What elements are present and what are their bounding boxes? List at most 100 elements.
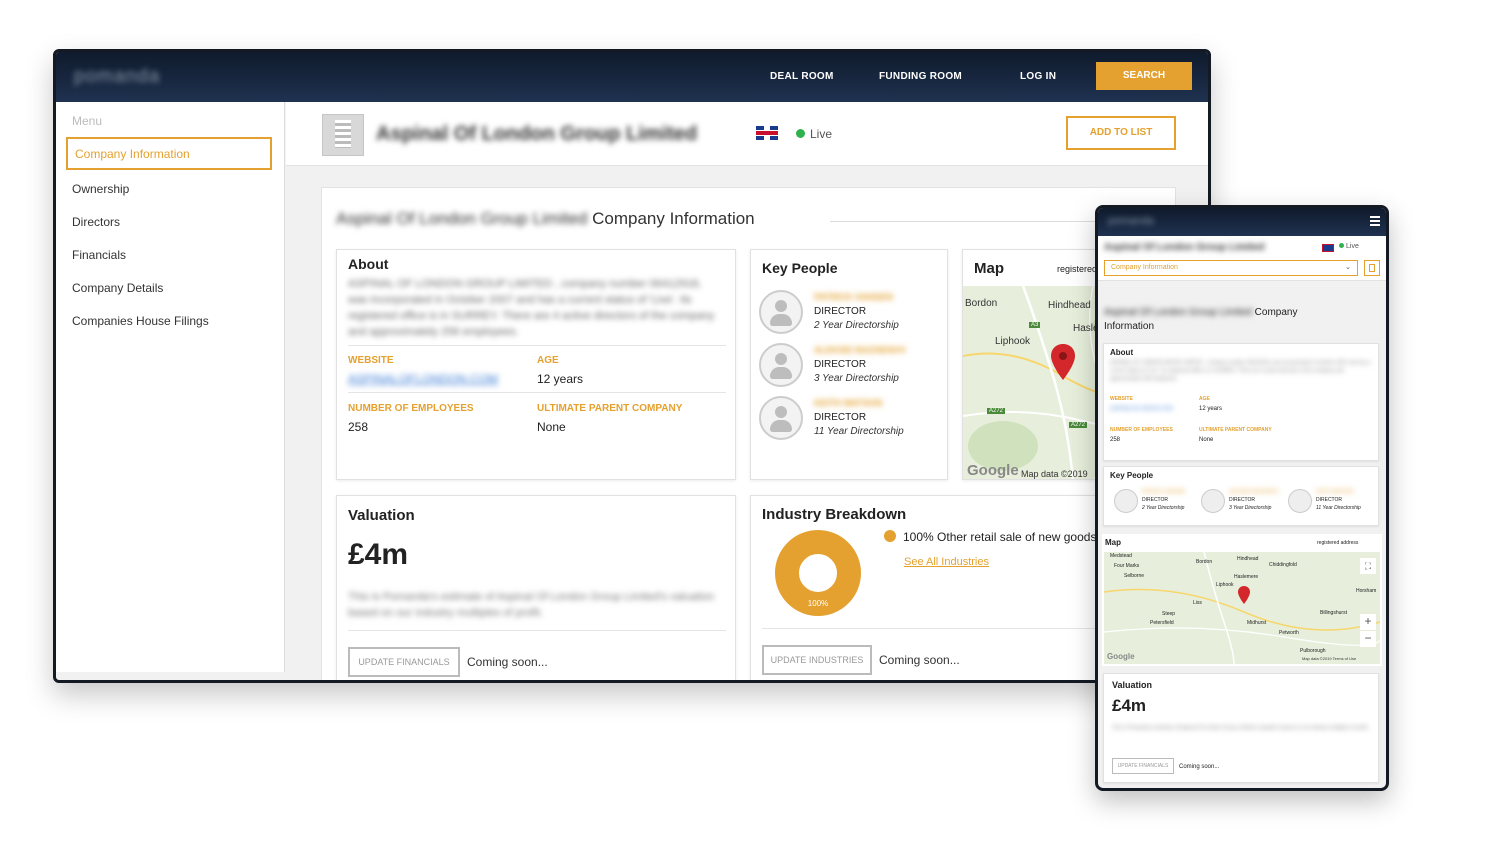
map-title: Map <box>974 260 1004 277</box>
person-name[interactable]: PATRICK HANSEN <box>1142 489 1185 495</box>
nav-funding-room[interactable]: FUNDING ROOM <box>879 71 962 82</box>
map-pin-icon[interactable] <box>1238 586 1250 604</box>
company-header: Aspinal Of London Group Limited Live ADD… <box>286 102 1208 166</box>
main-content: Aspinal Of London Group Limited Company … <box>321 187 1177 680</box>
mobile-status-badge: Live <box>1339 243 1359 250</box>
search-button[interactable]: SEARCH <box>1096 62 1192 90</box>
age-label: AGE <box>537 355 559 366</box>
fullscreen-icon[interactable]: ⛶ <box>1360 558 1376 574</box>
add-to-list-button[interactable]: ADD TO LIST <box>1066 116 1176 150</box>
building-icon <box>322 114 364 156</box>
employees-value: 258 <box>1110 437 1121 443</box>
nav-log-in[interactable]: LOG IN <box>1020 71 1056 82</box>
zoom-out-icon[interactable]: − <box>1360 631 1376 647</box>
person-name[interactable]: KEITH WATSON <box>1316 489 1354 495</box>
map-pin-icon[interactable] <box>1051 344 1075 380</box>
bookmark-icon[interactable] <box>1364 260 1380 276</box>
map-place-label: Pulborough <box>1300 648 1326 654</box>
map-place-label: Selborne <box>1124 573 1145 579</box>
person-avatar-icon <box>759 396 803 440</box>
industry-status: Coming soon... <box>879 653 960 667</box>
person-avatar-icon <box>1114 489 1138 513</box>
age-value: 12 years <box>1199 406 1223 412</box>
industry-donut-chart: 100% <box>775 530 861 616</box>
zoom-in-icon[interactable]: + <box>1360 614 1376 630</box>
sidebar-item-directors[interactable]: Directors <box>72 215 120 229</box>
map-place-label: Hindhead <box>1237 556 1259 562</box>
map-place-label: Petworth <box>1279 630 1299 636</box>
map-title: Map <box>1105 538 1121 547</box>
person-tenure: 11 Year Directorship <box>814 426 904 437</box>
map-place-label: Horsham <box>1356 588 1377 594</box>
nav-deal-room[interactable]: DEAL ROOM <box>770 71 834 82</box>
sidebar-item-company-information[interactable]: Company Information <box>66 137 272 170</box>
status-text: Live <box>810 127 833 141</box>
sidebar-item-financials[interactable]: Financials <box>72 248 126 262</box>
mobile-section-title: Aspinal Of London Group Limited Company … <box>1104 306 1344 334</box>
sidebar-item-companies-house-filings[interactable]: Companies House Filings <box>72 314 209 328</box>
map-attribution: Map data ©2019 <box>1021 469 1088 479</box>
update-industries-button[interactable]: UPDATE INDUSTRIES <box>762 645 872 675</box>
chevron-down-icon: ⌄ <box>1345 264 1351 271</box>
hamburger-icon[interactable] <box>1370 216 1380 218</box>
person-name[interactable]: ALEKSEI BAZHENOV <box>1229 489 1279 495</box>
divider <box>348 630 726 631</box>
bookmark-shape <box>1369 264 1375 272</box>
map-place-label: Petersfield <box>1150 620 1174 626</box>
status-badge: Live <box>796 127 832 141</box>
about-description: ASPINAL OF LONDON GROUP LIMITED , compan… <box>348 278 715 338</box>
sidebar-item-company-details[interactable]: Company Details <box>72 281 163 295</box>
update-financials-button[interactable]: UPDATE FINANCIALS <box>1112 758 1174 774</box>
employees-label: NUMBER OF EMPLOYEES <box>348 403 474 414</box>
update-financials-button[interactable]: UPDATE FINANCIALS <box>348 647 460 677</box>
person-name[interactable]: ALEKSEI BAZHENOV <box>814 345 906 355</box>
desktop-window: pomanda DEAL ROOM FUNDING ROOM LOG IN SE… <box>53 49 1211 683</box>
pomanda-logo[interactable]: pomanda <box>1108 215 1154 227</box>
person-avatar-icon <box>759 343 803 387</box>
website-link[interactable]: ASPINALOFLONDON.COM <box>348 372 498 386</box>
person-avatar-icon <box>1288 489 1312 513</box>
website-link[interactable]: ASPINALOFLONDON.COM <box>1110 406 1173 412</box>
person-tenure: 3 Year Directorship <box>814 373 899 384</box>
about-card: About ASPINAL OF LONDON GROUP LIMITED , … <box>336 249 736 480</box>
valuation-status: Coming soon... <box>467 655 548 669</box>
parent-company-label: ULTIMATE PARENT COMPANY <box>1199 427 1272 433</box>
age-label: AGE <box>1199 396 1210 402</box>
employees-label: NUMBER OF EMPLOYEES <box>1110 427 1173 433</box>
uk-flag-icon <box>1322 244 1334 252</box>
mobile-key-people-card: Key People PATRICK HANSEN DIRECTOR 2 Yea… <box>1103 466 1379 526</box>
map-place-label: Four Marks <box>1114 563 1140 569</box>
sidebar-item-ownership[interactable]: Ownership <box>72 182 129 196</box>
mobile-map-view[interactable]: Medstead Four Marks Selborne Bordon Hind… <box>1103 551 1381 665</box>
map-place-label: Liss <box>1193 600 1202 606</box>
map-place-label: Steep <box>1162 611 1176 617</box>
valuation-amount: £4m <box>1112 696 1147 715</box>
divider <box>348 392 726 393</box>
about-title: About <box>1110 348 1134 357</box>
top-navbar: pomanda DEAL ROOM FUNDING ROOM LOG IN SE… <box>56 52 1208 102</box>
person-tenure: 2 Year Directorship <box>814 320 899 331</box>
map-roads <box>1103 551 1381 665</box>
map-place-label: Hindhead <box>1048 300 1091 311</box>
pomanda-logo[interactable]: pomanda <box>74 66 160 88</box>
menu-label: Menu <box>72 114 103 128</box>
donut-slice <box>775 530 861 616</box>
sidebar: Menu Company Information Ownership Direc… <box>56 102 285 672</box>
mobile-about-card: About ASPINAL OF LONDON GROUP LIMITED , … <box>1103 343 1379 461</box>
person-avatar-icon <box>759 290 803 334</box>
section-title-text: Company Information <box>592 209 755 228</box>
age-value: 12 years <box>537 372 584 386</box>
divider <box>348 345 726 346</box>
valuation-description: This is Pomanda's estimate of Aspinal Of… <box>1112 725 1369 731</box>
map-place-label: Bordon <box>965 298 998 309</box>
valuation-status: Coming soon... <box>1179 764 1220 770</box>
valuation-amount: £4m <box>348 538 409 571</box>
parent-company-label: ULTIMATE PARENT COMPANY <box>537 403 683 414</box>
section-title: Aspinal Of London Group Limited Company … <box>336 209 755 229</box>
map-address-dropdown[interactable]: registered address <box>1317 540 1358 546</box>
person-name[interactable]: KEITH WATSON <box>814 398 882 408</box>
map-place-label: Bordon <box>1196 559 1213 565</box>
person-name[interactable]: PATRICK HANSEN <box>814 292 893 302</box>
see-all-industries-link[interactable]: See All Industries <box>904 556 989 568</box>
mobile-section-dropdown[interactable]: Company Information ⌄ <box>1104 260 1358 276</box>
